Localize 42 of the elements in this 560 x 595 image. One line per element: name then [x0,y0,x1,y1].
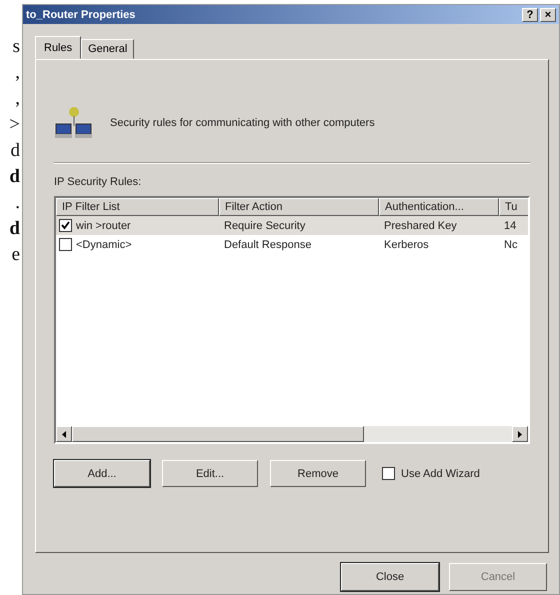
column-header[interactable]: Authentication... [379,198,499,216]
column-header[interactable]: Filter Action [219,198,379,216]
dialog-button[interactable]: Edit... [162,460,258,487]
table-cell-text: Preshared Key [383,220,458,232]
description-text: Security rules for communicating with other computers [110,117,375,129]
tab[interactable]: Rules [35,36,82,59]
book-text-fragment: , [15,61,21,85]
network-computers-icon [54,106,94,140]
left-triangle-icon [62,430,66,438]
rule-row[interactable]: <Dynamic> Default Response Kerberos Nc [56,235,528,254]
help-button[interactable]: ? [522,8,538,22]
scroll-left-button[interactable] [56,426,72,442]
rules-label: IP Security Rules: [54,176,142,188]
right-triangle-icon [518,430,522,438]
table-cell-text: Nc [503,238,518,250]
table-cell: win >router [76,220,131,232]
column-header[interactable]: IP Filter List [56,198,219,216]
table-cell-text: Require Security [223,220,306,232]
book-text-fragment: d [9,217,21,241]
checkbox[interactable] [59,238,72,251]
dialog-button[interactable]: Remove [270,460,366,487]
book-text-fragment: s [12,35,21,59]
rule-row[interactable]: win >router Require Security Preshared Key 14 [56,216,528,235]
tab[interactable]: General [81,39,134,59]
close-button[interactable]: × [540,8,556,22]
book-text-fragment: d [9,165,21,189]
table-cell-text: Default Response [223,238,312,250]
book-text-fragment: , [15,87,21,111]
window-title: to_Router Properties [26,8,136,20]
book-text-fragment: . [15,191,21,215]
table-cell-text: Kerberos [383,238,430,250]
dialog-button[interactable]: Close [341,563,439,591]
book-text-fragment: > [9,113,21,137]
book-text-fragment: e [12,243,21,267]
dialog-button[interactable]: Add... [54,460,150,487]
table-cell: <Dynamic> [76,238,132,250]
checkbox[interactable] [382,467,395,480]
checkbox-label: Use Add Wizard [401,468,480,480]
table-cell-text: 14 [503,220,518,232]
book-text-fragment: d [10,139,21,163]
scroll-right-button[interactable] [512,426,528,442]
checkbox[interactable] [59,219,72,232]
